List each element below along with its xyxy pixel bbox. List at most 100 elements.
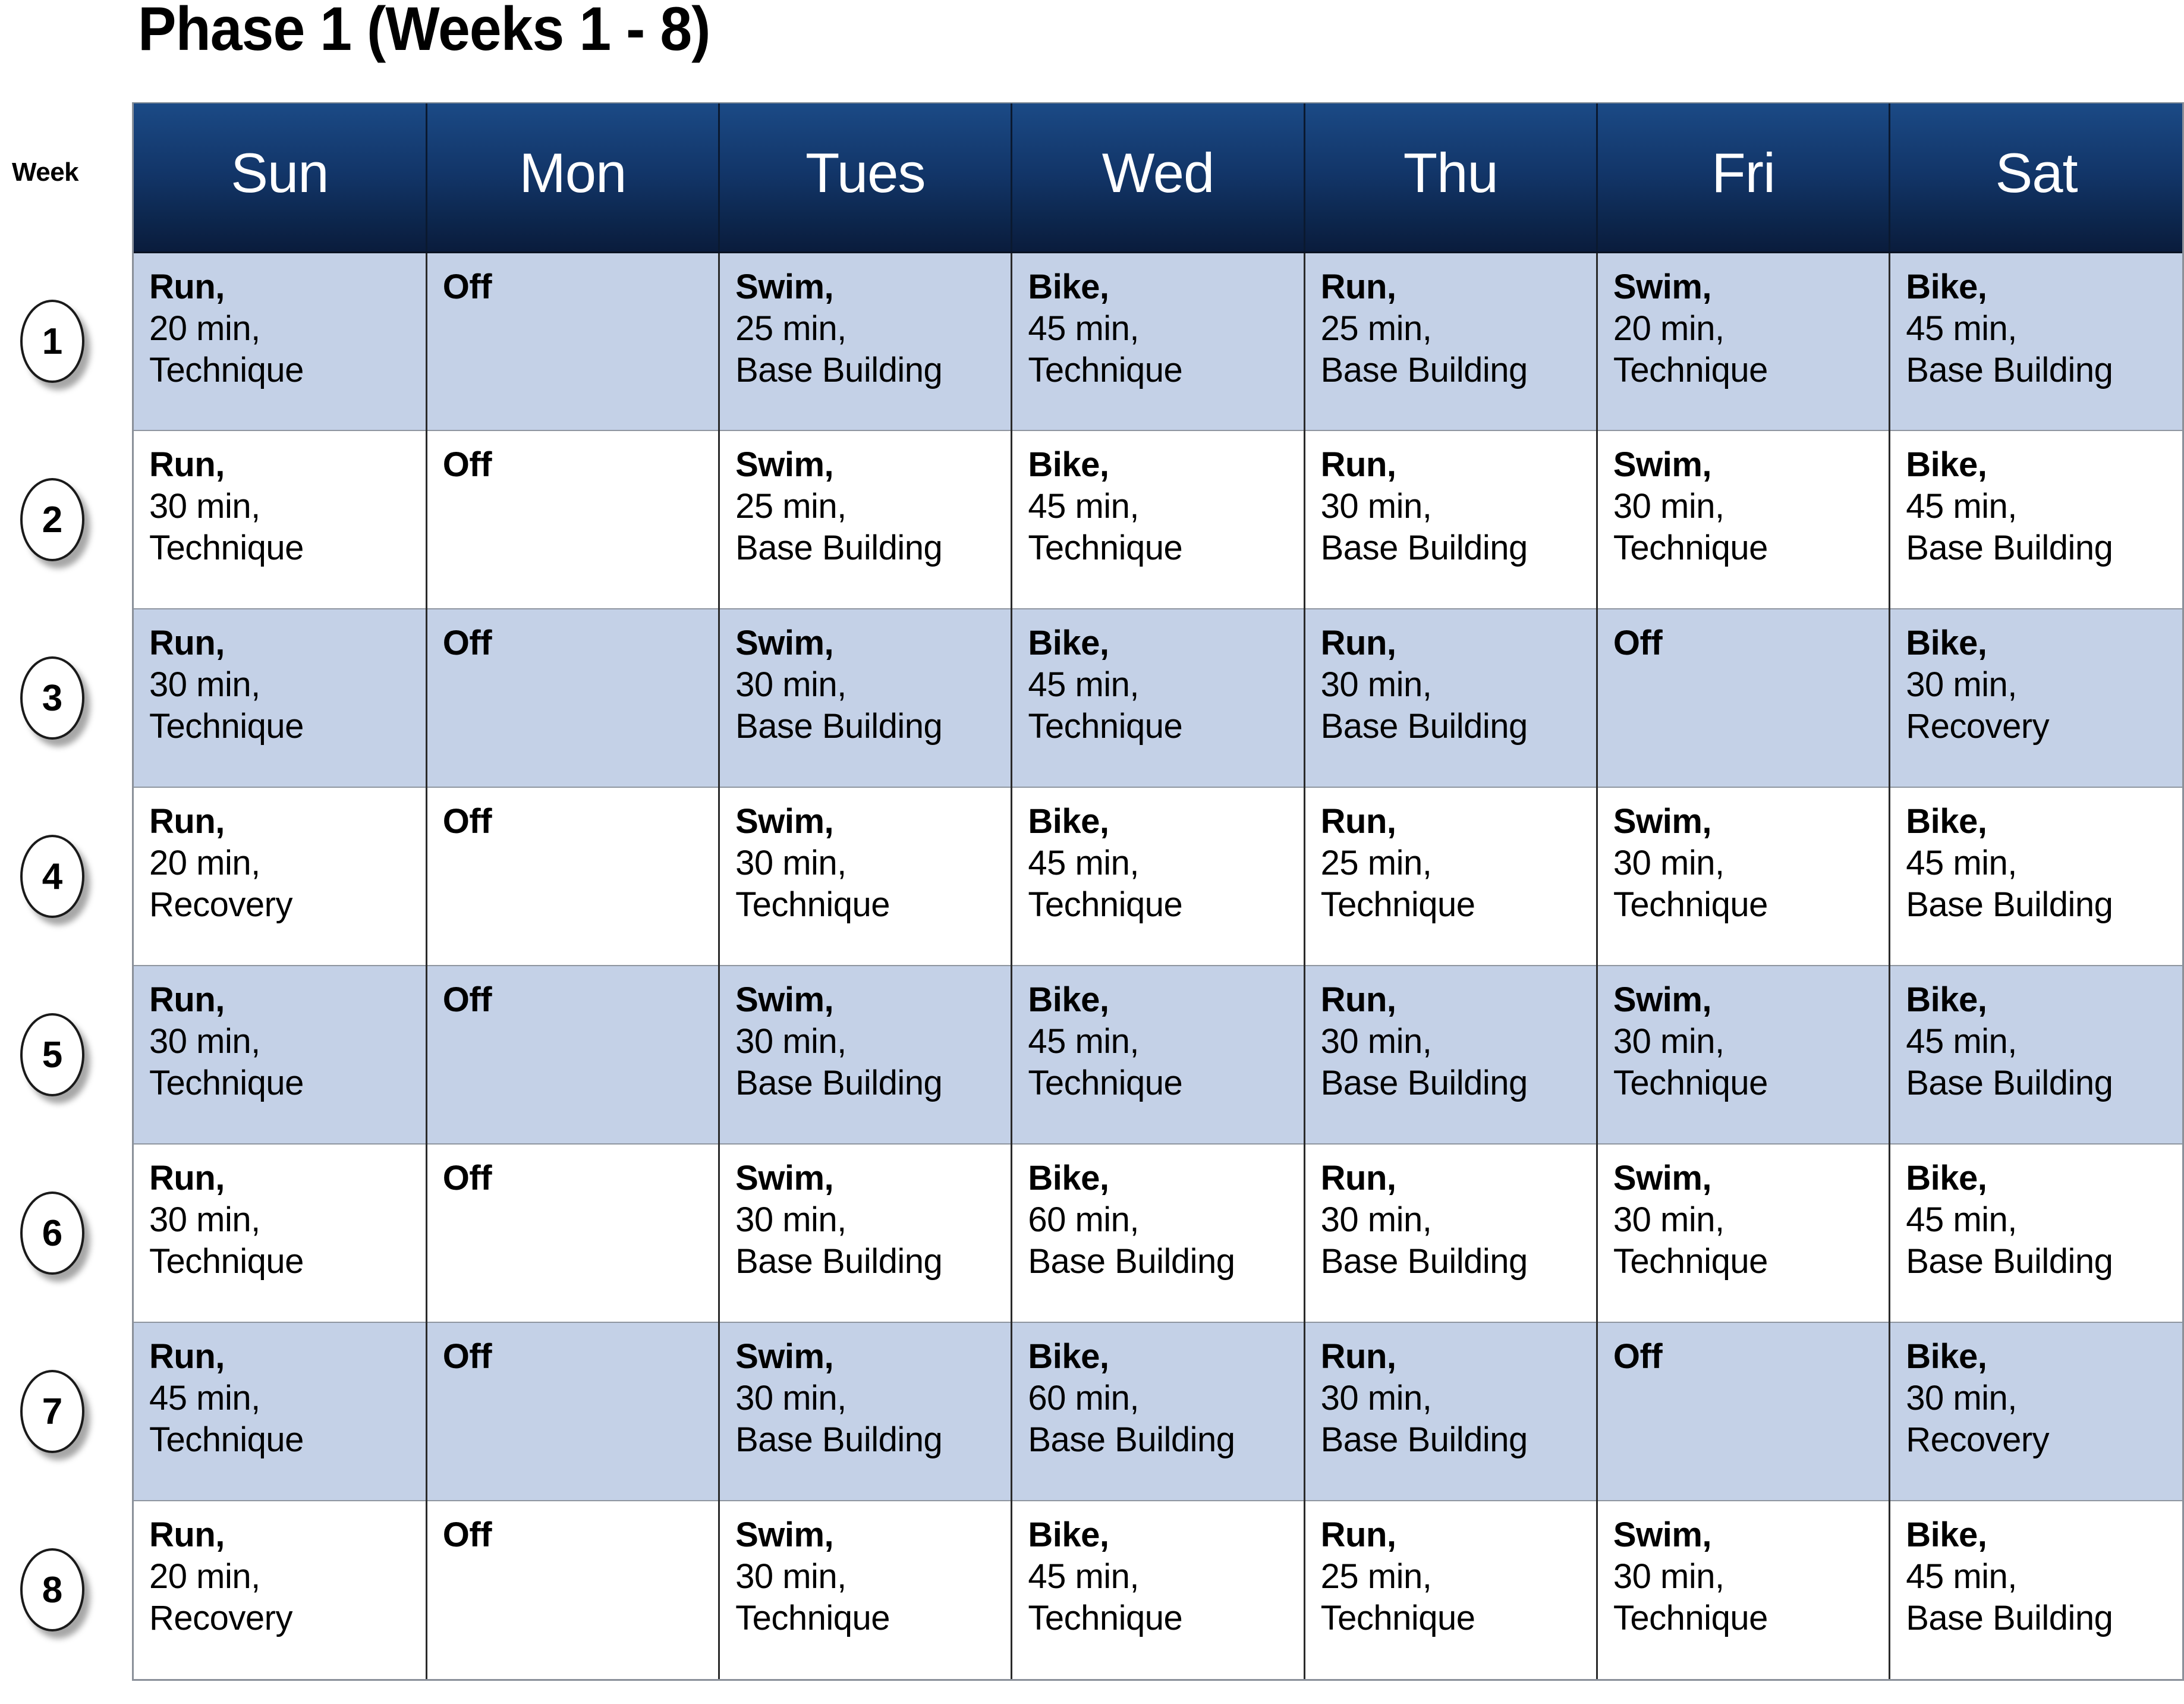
schedule-cell[interactable]: Run, 25 min, Technique xyxy=(1304,1501,1598,1679)
schedule-cell[interactable]: Swim, 20 min, Technique xyxy=(1597,252,1891,431)
schedule-cell[interactable]: Run, 30 min, Technique xyxy=(134,430,427,609)
activity-name: Off xyxy=(442,624,492,662)
activity-name: Bike, xyxy=(1028,1337,1109,1376)
activity-duration: 30 min, xyxy=(1320,1379,1432,1418)
activity-duration: 60 min, xyxy=(1028,1379,1140,1418)
activity-focus: Technique xyxy=(1028,707,1183,746)
activity-name: Run, xyxy=(1320,1516,1396,1554)
activity-duration: 30 min, xyxy=(735,1022,846,1061)
schedule-cell[interactable]: Off xyxy=(426,1501,720,1679)
schedule-cell[interactable]: Swim, 25 min, Base Building xyxy=(719,430,1013,609)
schedule-cell[interactable]: Run, 20 min, Recovery xyxy=(134,1501,427,1679)
week-number-badge[interactable]: 7 xyxy=(20,1370,84,1453)
week-number-badge[interactable]: 5 xyxy=(20,1013,84,1096)
schedule-cell[interactable]: Swim, 30 min, Technique xyxy=(1597,787,1891,966)
schedule-cell[interactable]: Run, 20 min, Technique xyxy=(134,252,427,431)
schedule-cell[interactable]: Bike, 45 min, Technique xyxy=(1011,787,1305,966)
week-number-badge[interactable]: 6 xyxy=(20,1191,84,1275)
column-header-tues[interactable]: Tues xyxy=(719,103,1013,253)
schedule-cell[interactable]: Off xyxy=(426,430,720,609)
schedule-cell[interactable]: Bike, 30 min, Recovery xyxy=(1889,609,2182,788)
schedule-cell[interactable]: Bike, 30 min, Recovery xyxy=(1889,1322,2182,1501)
activity-name: Run, xyxy=(1320,802,1396,841)
activity-focus: Base Building xyxy=(1906,350,2113,389)
schedule-cell[interactable]: Off xyxy=(426,1322,720,1501)
schedule-cell[interactable]: Bike, 60 min, Base Building xyxy=(1011,1322,1305,1501)
schedule-cell[interactable]: Off xyxy=(426,609,720,788)
schedule-cell[interactable]: Swim, 30 min, Technique xyxy=(719,787,1013,966)
schedule-cell[interactable]: Off xyxy=(426,252,720,431)
activity-name: Swim, xyxy=(735,980,834,1019)
schedule-cell[interactable]: Bike, 45 min, Technique xyxy=(1011,609,1305,788)
schedule-cell[interactable]: Swim, 30 min, Technique xyxy=(719,1501,1013,1679)
column-header-wed[interactable]: Wed xyxy=(1011,103,1305,253)
activity-duration: 30 min, xyxy=(1613,1557,1724,1596)
schedule-cell[interactable]: Run, 30 min, Technique xyxy=(134,609,427,788)
week-number-badge[interactable]: 1 xyxy=(20,300,84,383)
activity-duration: 20 min, xyxy=(149,1557,260,1596)
schedule-cell[interactable]: Run, 20 min, Recovery xyxy=(134,787,427,966)
schedule-cell[interactable]: Bike, 45 min, Technique xyxy=(1011,430,1305,609)
schedule-cell[interactable]: Run, 25 min, Technique xyxy=(1304,787,1598,966)
schedule-cell[interactable]: Run, 30 min, Base Building xyxy=(1304,609,1598,788)
activity-focus: Base Building xyxy=(1028,1242,1235,1281)
table-row: Run, 45 min, Technique Off Swim, 30 min, Base … xyxy=(134,1322,2182,1501)
schedule-cell[interactable]: Off xyxy=(426,787,720,966)
activity-name: Run, xyxy=(149,267,225,306)
column-header-thu[interactable]: Thu xyxy=(1304,103,1598,253)
schedule-cell[interactable]: Run, 30 min, Base Building xyxy=(1304,430,1598,609)
schedule-cell[interactable]: Run, 30 min, Base Building xyxy=(1304,1144,1598,1323)
activity-name: Bike, xyxy=(1906,267,1987,306)
schedule-cell[interactable]: Run, 25 min, Base Building xyxy=(1304,252,1598,431)
schedule-cell[interactable]: Swim, 30 min, Base Building xyxy=(719,609,1013,788)
activity-name: Run, xyxy=(1320,445,1396,484)
activity-focus: Base Building xyxy=(1906,1599,2113,1638)
activity-focus: Technique xyxy=(1028,885,1183,925)
schedule-cell[interactable]: Bike, 45 min, Technique xyxy=(1011,966,1305,1145)
column-header-fri[interactable]: Fri xyxy=(1597,103,1891,253)
schedule-cell[interactable]: Run, 30 min, Technique xyxy=(134,1144,427,1323)
week-number-badge[interactable]: 3 xyxy=(20,656,84,740)
schedule-cell[interactable]: Bike, 45 min, Base Building xyxy=(1889,252,2182,431)
schedule-cell[interactable]: Swim, 30 min, Technique xyxy=(1597,1144,1891,1323)
column-header-sat[interactable]: Sat xyxy=(1889,103,2182,253)
activity-focus: Base Building xyxy=(735,707,943,746)
activity-duration: 30 min, xyxy=(1613,844,1724,883)
schedule-cell[interactable]: Bike, 45 min, Base Building xyxy=(1889,966,2182,1145)
week-number-badge[interactable]: 2 xyxy=(20,478,84,561)
schedule-cell[interactable]: Swim, 25 min, Base Building xyxy=(719,252,1013,431)
schedule-cell[interactable]: Swim, 30 min, Technique xyxy=(1597,430,1891,609)
schedule-cell[interactable]: Off xyxy=(426,1144,720,1323)
schedule-cell[interactable]: Bike, 45 min, Technique xyxy=(1011,1501,1305,1679)
activity-name: Off xyxy=(1613,624,1663,662)
schedule-cell[interactable]: Run, 45 min, Technique xyxy=(134,1322,427,1501)
schedule-cell[interactable]: Run, 30 min, Base Building xyxy=(1304,966,1598,1145)
schedule-cell[interactable]: Off xyxy=(1597,609,1891,788)
schedule-cell[interactable]: Swim, 30 min, Technique xyxy=(1597,1501,1891,1679)
schedule-cell[interactable]: Swim, 30 min, Base Building xyxy=(719,966,1013,1145)
schedule-cell[interactable]: Swim, 30 min, Technique xyxy=(1597,966,1891,1145)
schedule-cell[interactable]: Bike, 45 min, Technique xyxy=(1011,252,1305,431)
schedule-cell[interactable]: Bike, 45 min, Base Building xyxy=(1889,787,2182,966)
week-number-badge[interactable]: 8 xyxy=(20,1548,84,1631)
column-header-sun[interactable]: Sun xyxy=(134,103,427,253)
schedule-cell[interactable]: Bike, 45 min, Base Building xyxy=(1889,1144,2182,1323)
schedule-cell[interactable]: Run, 30 min, Base Building xyxy=(1304,1322,1598,1501)
schedule-cell[interactable]: Bike, 45 min, Base Building xyxy=(1889,430,2182,609)
column-header-mon[interactable]: Mon xyxy=(426,103,720,253)
activity-focus: Technique xyxy=(149,1064,304,1103)
activity-duration: 20 min, xyxy=(149,844,260,883)
activity-duration: 30 min, xyxy=(735,1200,846,1240)
week-number-badge[interactable]: 4 xyxy=(20,835,84,918)
schedule-cell[interactable]: Off xyxy=(1597,1322,1891,1501)
schedule-cell[interactable]: Swim, 30 min, Base Building xyxy=(719,1144,1013,1323)
schedule-cell[interactable]: Bike, 60 min, Base Building xyxy=(1011,1144,1305,1323)
activity-name: Swim, xyxy=(1613,445,1712,484)
schedule-cell[interactable]: Bike, 45 min, Base Building xyxy=(1889,1501,2182,1679)
activity-name: Run, xyxy=(149,624,225,662)
schedule-cell[interactable]: Swim, 30 min, Base Building xyxy=(719,1322,1013,1501)
activity-duration: 25 min, xyxy=(735,487,846,526)
activity-focus: Base Building xyxy=(735,1420,943,1460)
schedule-cell[interactable]: Off xyxy=(426,966,720,1145)
schedule-cell[interactable]: Run, 30 min, Technique xyxy=(134,966,427,1145)
